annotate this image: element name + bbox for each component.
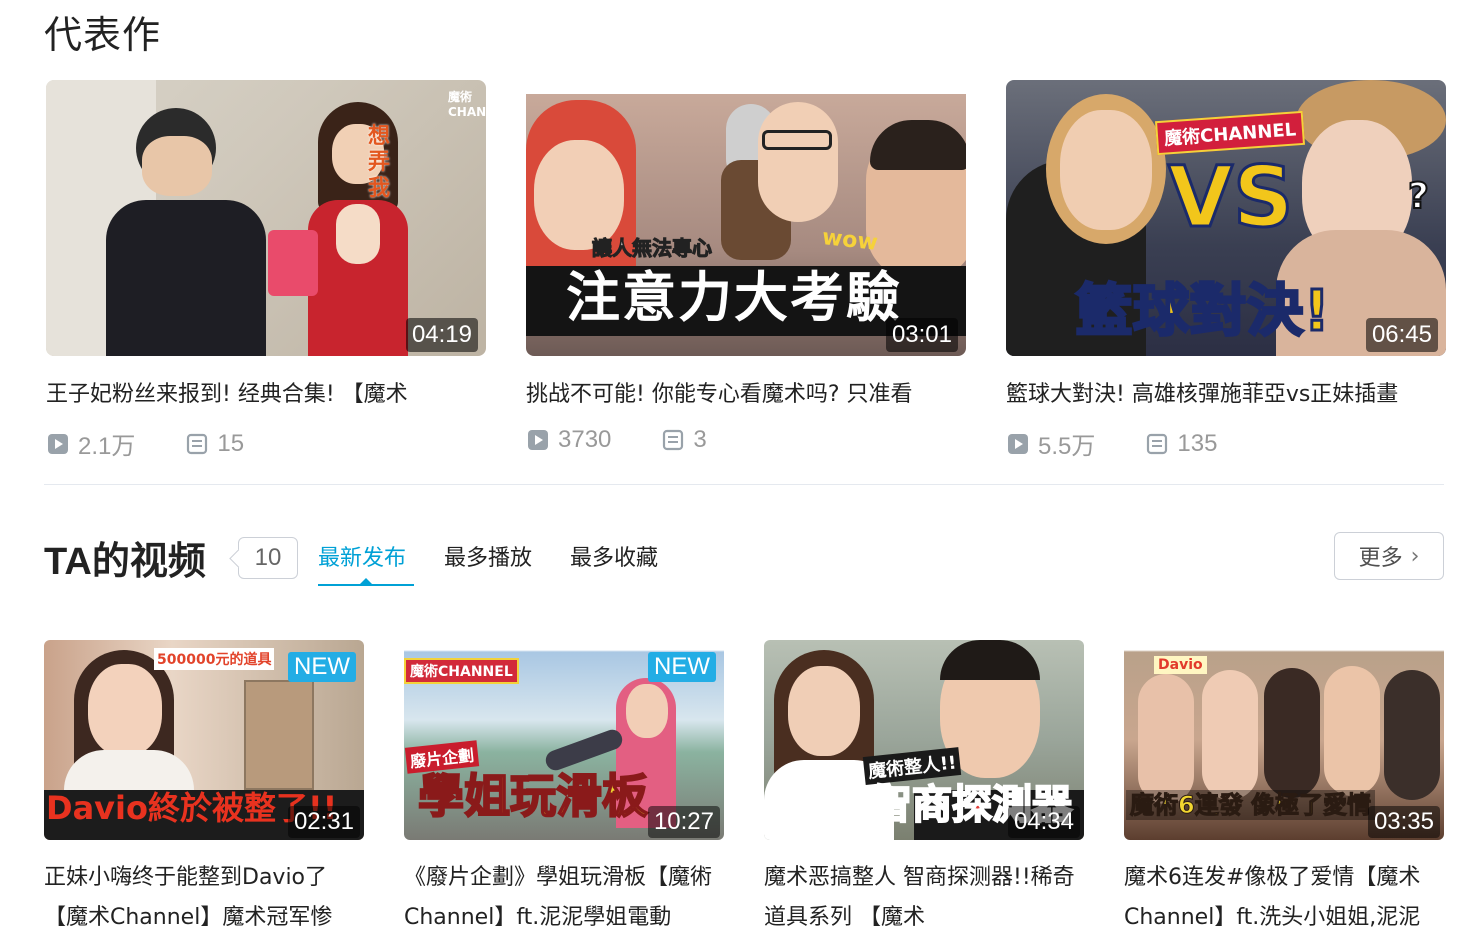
duration-label: 03:35 [1367, 806, 1440, 838]
more-button[interactable]: 更多 › [1334, 532, 1444, 580]
duration-label: 02:31 [287, 806, 360, 838]
featured-video-card[interactable]: 魔術CHANNEL VS ? 籃球對決! 06:45 籃球大對決! 高雄核彈施菲… [1006, 80, 1446, 461]
comment-icon [1147, 433, 1168, 454]
video-title[interactable]: 籃球大對決! 高雄核彈施菲亞vs正妹插畫 [1006, 376, 1446, 408]
video-title[interactable]: 正妹小嗨终于能整到Davio了【魔术Channel】魔术冠军惨 [44, 858, 364, 938]
thumbnail-caption: VS [1167, 148, 1296, 246]
featured-video-card[interactable]: 讓人無法專心 wow 注意力大考驗 03:01 挑战不可能! 你能专心看魔术吗?… [526, 80, 966, 454]
comment-count: 3 [661, 426, 707, 454]
tab-most-favorited[interactable]: 最多收藏 [570, 540, 658, 572]
duration-label: 04:34 [1007, 806, 1080, 838]
comment-icon [187, 433, 208, 454]
video-thumbnail[interactable]: 魔術CHANNEL VS ? 籃球對決! 06:45 [1006, 80, 1446, 356]
channel-logo: Davio [1154, 656, 1207, 674]
view-count: 3730 [526, 426, 611, 454]
thumbnail-caption: 想弄我 [368, 124, 391, 201]
video-title[interactable]: 王子妃粉丝来报到! 经典合集! 【魔术 [46, 376, 486, 408]
featured-video-card[interactable]: 魔術CHANNEL 想弄我 04:19 王子妃粉丝来报到! 经典合集! 【魔术 … [46, 80, 486, 461]
video-title[interactable]: 挑战不可能! 你能专心看魔术吗? 只准看 [526, 376, 966, 408]
thumbnail-caption: ? [1407, 175, 1430, 218]
duration-label: 06:45 [1365, 318, 1438, 352]
section-divider [44, 484, 1444, 485]
video-card[interactable]: Davio 魔術6連發 像極了愛情 03:35 魔术6连发#像极了爱情【魔术Ch… [1124, 640, 1444, 938]
thumbnail-caption: 籃球對決! [1075, 278, 1332, 345]
active-tab-indicator [318, 578, 414, 586]
featured-section-title: 代表作 [44, 13, 162, 57]
duration-label: 10:27 [647, 806, 720, 838]
duration-label: 04:19 [405, 318, 478, 352]
chevron-right-icon: › [1410, 543, 1420, 569]
play-count-icon [1008, 433, 1028, 454]
play-count-icon [48, 433, 68, 454]
thumbnail-caption: 魔術6連發 像極了愛情 [1126, 790, 1376, 820]
play-count-icon [528, 430, 548, 450]
thumbnail-caption: 500000元的道具 [154, 648, 275, 670]
video-title[interactable]: 《廢片企劃》學姐玩滑板【魔術Channel】ft.泥泥學姐電動 [404, 858, 724, 938]
video-thumbnail[interactable]: 500000元的道具 Davio終於被整了!! NEW 02:31 [44, 640, 364, 840]
thumbnail-caption: 讓人無法專心 [592, 236, 713, 261]
video-card[interactable]: 魔術CHANNEL 廢片企劃 學姐玩滑板 NEW 10:27 《廢片企劃》學姐玩… [404, 640, 724, 938]
video-thumbnail[interactable]: Davio 魔術6連發 像極了愛情 03:35 [1124, 640, 1444, 840]
thumbnail-caption: 注意力大考驗 [566, 266, 902, 329]
video-thumbnail[interactable]: 讓人無法專心 wow 注意力大考驗 03:01 [526, 80, 966, 356]
tab-latest[interactable]: 最新发布 [318, 540, 406, 572]
video-thumbnail[interactable]: 魔術整人!! 智商探測器 04:34 [764, 640, 1084, 840]
video-thumbnail[interactable]: 魔術CHANNEL 想弄我 04:19 [46, 80, 486, 356]
comment-icon [663, 429, 684, 451]
video-card[interactable]: 魔術整人!! 智商探測器 04:34 魔术恶搞整人 智商探测器!!稀奇道具系列 … [764, 640, 1084, 938]
view-count: 2.1万 [46, 426, 135, 461]
video-title[interactable]: 魔术6连发#像极了爱情【魔术Channel】ft.洗头小姐姐,泥泥 [1124, 858, 1444, 938]
channel-logo: 魔術CHANNEL [404, 658, 519, 684]
new-badge: NEW [288, 652, 356, 682]
video-card[interactable]: 500000元的道具 Davio終於被整了!! NEW 02:31 正妹小嗨终于… [44, 640, 364, 938]
duration-label: 03:01 [885, 318, 958, 352]
video-title[interactable]: 魔术恶搞整人 智商探测器!!稀奇道具系列 【魔术 [764, 858, 1084, 938]
thumbnail-caption: 學姐玩滑板 [417, 768, 649, 824]
videos-section-title: TA的视频 [44, 541, 206, 583]
channel-logo: 魔術CHANNEL [448, 90, 486, 119]
view-count: 5.5万 [1006, 426, 1095, 461]
video-count-badge: 10 [238, 537, 298, 579]
video-thumbnail[interactable]: 魔術CHANNEL 廢片企劃 學姐玩滑板 NEW 10:27 [404, 640, 724, 840]
comment-count: 15 [185, 430, 244, 458]
tab-most-played[interactable]: 最多播放 [444, 540, 532, 572]
comment-count: 135 [1145, 430, 1217, 458]
new-badge: NEW [648, 652, 716, 682]
